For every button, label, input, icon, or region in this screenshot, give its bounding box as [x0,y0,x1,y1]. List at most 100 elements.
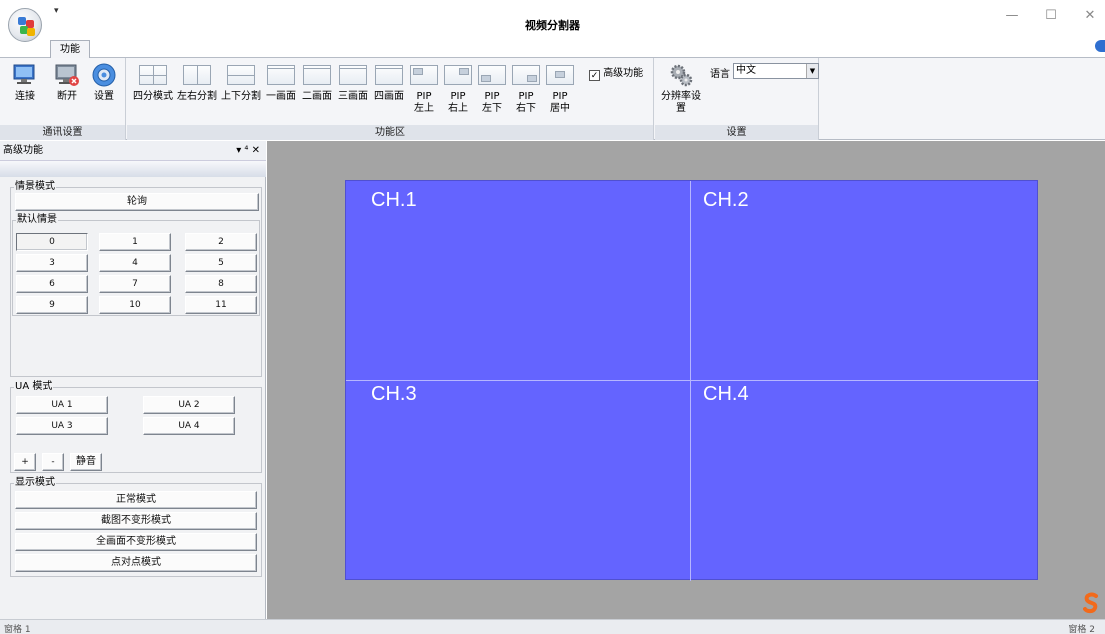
layout-split-lr-icon [183,65,211,85]
ribbon-group-comm: 连接 断开 设置 通讯设置 [0,58,126,140]
pip-top-right-label-1: PIP [450,91,466,102]
channel-label-4: CH.4 [703,383,749,405]
point-to-point-button[interactable]: 点对点模式 [15,554,257,572]
window-title: 视频分割器 [525,19,580,32]
quad-mode-button[interactable]: 四分模式 [131,62,175,103]
poll-button[interactable]: 轮询 [15,193,259,211]
preview-area: CH.1 CH.2 CH.3 CH.4 [267,141,1105,619]
scene-button-0[interactable]: 0 [16,233,88,251]
one-screen-button[interactable]: 一画面 [263,62,299,103]
one-screen-label: 一画面 [266,91,296,102]
ua-1-button[interactable]: UA 1 [16,396,108,414]
comm-settings-label: 设置 [94,91,114,102]
pip-top-right-button[interactable]: PIP 右上 [441,62,475,115]
disconnect-button[interactable]: 断开 [50,62,84,103]
channel-pane-1[interactable]: CH.1 [346,181,690,380]
help-icon[interactable] [1095,40,1105,52]
status-pane-2: 窗格 2 [1068,625,1095,634]
connect-button[interactable]: 连接 [8,62,42,103]
advanced-panel: 高级功能 ▾ ⁴ ✕ 情景模式 轮询 默认情景 0 1 2 3 4 5 6 7 … [0,141,266,619]
comm-group-label: 通讯设置 [0,125,125,140]
panel-title: 高级功能 [3,145,43,156]
ribbon-tab-strip: 功能 [0,36,1105,59]
ua-mode-group: UA 模式 UA 1 UA 2 UA 3 UA 4 + - 静音 [10,381,262,473]
monitor-disconnect-icon [54,62,80,88]
scene-button-9[interactable]: 9 [16,296,88,314]
video-wall: CH.1 CH.2 CH.3 CH.4 [345,180,1039,581]
advanced-checkbox[interactable]: ✓ 高级功能 [589,64,643,81]
display-mode-legend: 显示模式 [14,477,56,489]
pip-center-button[interactable]: PIP 居中 [543,62,577,115]
comm-settings-button[interactable]: 设置 [88,62,120,103]
tab-function[interactable]: 功能 [50,40,90,59]
pip-bottom-left-button[interactable]: PIP 左下 [475,62,509,115]
split-tb-button[interactable]: 上下分割 [219,62,263,103]
scene-mode-legend: 情景模式 [14,181,56,193]
language-label: 语言 [710,69,730,80]
scene-button-3[interactable]: 3 [16,254,88,272]
quick-access-dropdown-icon[interactable]: ▾ [54,6,59,16]
layout-pip-bottom-left-icon [478,65,506,85]
scene-button-7[interactable]: 7 [99,275,171,293]
crop-no-distort-button[interactable]: 截图不变形模式 [15,512,257,530]
display-mode-group: 显示模式 正常模式 截图不变形模式 全画面不变形模式 点对点模式 [10,477,262,577]
status-bar: 窗格 1 窗格 2 [0,619,1105,634]
scene-button-8[interactable]: 8 [185,275,257,293]
three-screen-button[interactable]: 三画面 [335,62,371,103]
channel-pane-4[interactable]: CH.4 [691,381,1039,581]
pip-center-label-1: PIP [552,91,568,102]
status-pane-1: 窗格 1 [4,625,31,634]
ua-4-button[interactable]: UA 4 [143,417,235,435]
pip-bottom-right-label-1: PIP [518,91,534,102]
panel-toolbar [0,161,266,177]
scene-button-2[interactable]: 2 [185,233,257,251]
channel-pane-3[interactable]: CH.3 [346,381,690,581]
volume-down-button[interactable]: - [42,453,64,471]
scene-button-11[interactable]: 11 [185,296,257,314]
application-menu-button[interactable] [8,8,42,42]
language-select[interactable]: 中文 ▼ [733,63,819,79]
normal-mode-button[interactable]: 正常模式 [15,491,257,509]
two-screen-button[interactable]: 二画面 [299,62,335,103]
pip-top-left-label-2: 左上 [414,103,434,114]
channel-pane-2[interactable]: CH.2 [691,181,1039,380]
scene-button-5[interactable]: 5 [185,254,257,272]
full-no-distort-button[interactable]: 全画面不变形模式 [15,533,257,551]
app-logo-icon [18,17,26,25]
close-button[interactable]: ✕ [1075,6,1105,26]
minimize-button[interactable]: — [997,6,1027,26]
volume-up-button[interactable]: + [14,453,36,471]
resolution-settings-button[interactable]: 分辨率设置 [657,62,705,115]
panel-controls[interactable]: ▾ ⁴ ✕ [236,141,260,161]
three-screen-label: 三画面 [338,91,368,102]
pip-bottom-right-button[interactable]: PIP 右下 [509,62,543,115]
ime-sogou-icon[interactable] [1083,592,1099,614]
ribbon-group-function: 四分模式 左右分割 上下分割 一画面 二画面 三画面 四画面 PIP 左上 PI… [127,58,654,140]
function-group-label: 功能区 [127,125,653,140]
language-select-value: 中文 [736,65,756,76]
scene-button-10[interactable]: 10 [99,296,171,314]
connect-label: 连接 [15,91,35,102]
scene-button-6[interactable]: 6 [16,275,88,293]
resolution-settings-label: 分辨率设置 [661,91,701,114]
chevron-down-icon: ▼ [806,64,818,78]
ua-2-button[interactable]: UA 2 [143,396,235,414]
mute-button[interactable]: 静音 [70,453,102,471]
scene-button-4[interactable]: 4 [99,254,171,272]
layout-two-icon [303,65,331,85]
layout-split-tb-icon [227,65,255,85]
split-lr-button[interactable]: 左右分割 [175,62,219,103]
layout-pip-top-left-icon [410,65,438,85]
app-logo-icon-part [27,28,35,36]
scene-button-1[interactable]: 1 [99,233,171,251]
ua-3-button[interactable]: UA 3 [16,417,108,435]
channel-label-1: CH.1 [371,189,417,211]
pip-top-left-label-1: PIP [416,91,432,102]
maximize-button[interactable]: ☐ [1036,6,1066,26]
layout-pip-bottom-right-icon [512,65,540,85]
layout-quad-icon [139,65,167,85]
ribbon: 连接 断开 设置 通讯设置 四分模式 左右分割 上下分割 一画面 二画面 三画面… [0,58,1105,140]
checkmark-icon: ✓ [589,70,600,81]
four-screen-button[interactable]: 四画面 [371,62,407,103]
pip-top-left-button[interactable]: PIP 左上 [407,62,441,115]
